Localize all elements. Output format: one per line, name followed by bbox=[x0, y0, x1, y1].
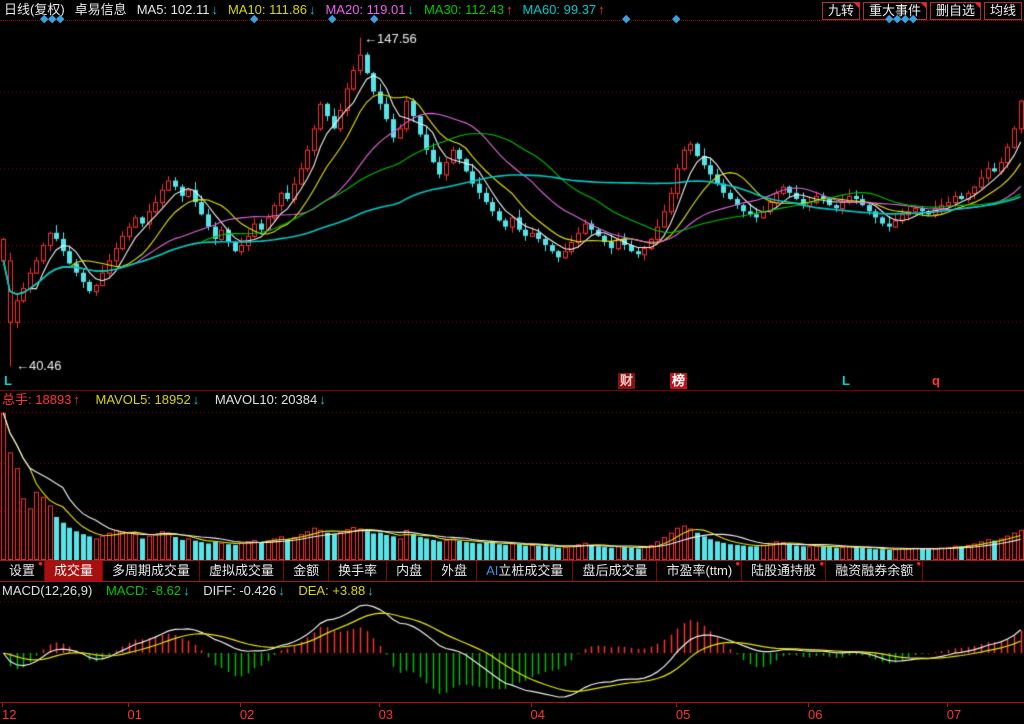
candlestick-chart[interactable] bbox=[0, 24, 1024, 374]
q-flag: q bbox=[930, 373, 942, 389]
diff-value-readout: DIFF: -0.426↓ bbox=[203, 583, 285, 598]
ma30-readout: MA30: 112.43↑ bbox=[424, 2, 512, 17]
down-arrow-icon: ↓ bbox=[183, 583, 190, 598]
ma10-readout: MA10: 111.86↓ bbox=[228, 2, 316, 17]
down-arrow-icon: ↓ bbox=[407, 2, 414, 17]
tab-5[interactable]: 换手率 bbox=[329, 561, 387, 581]
tab-1[interactable]: 成交量 bbox=[45, 561, 103, 581]
volume-readouts: 总手: 18893↑ MAVOL5: 18952↓ MAVOL10: 20384… bbox=[2, 391, 338, 409]
ai-prefix: AI bbox=[486, 563, 498, 578]
notification-dot-icon: ● bbox=[38, 560, 43, 568]
up-arrow-icon: ↑ bbox=[598, 2, 605, 17]
tab-7[interactable]: 外盘 bbox=[432, 561, 477, 581]
macd-chart[interactable] bbox=[0, 601, 1024, 701]
axis-month-label: 05 bbox=[676, 707, 690, 722]
dea-value-readout: DEA: +3.88↓ bbox=[298, 583, 373, 598]
volume-chart[interactable] bbox=[0, 410, 1024, 560]
notification-dot-icon: ● bbox=[916, 560, 921, 568]
tab-8[interactable]: AI立桩成交量 bbox=[477, 561, 573, 581]
indicator-tabbar: 设置●成交量多周期成交量虚拟成交量金额换手率内盘外盘AI立桩成交量盘后成交量市盈… bbox=[0, 560, 1024, 582]
up-arrow-icon: ↑ bbox=[73, 392, 80, 407]
nine-turn-line bbox=[0, 20, 1024, 21]
tab-0[interactable]: 设置● bbox=[0, 561, 45, 581]
tab-10[interactable]: 市盈率(ttm)● bbox=[657, 561, 742, 581]
total-lots-readout: 总手: 18893↑ bbox=[2, 392, 80, 407]
bang-badge[interactable]: 榜 bbox=[670, 373, 687, 389]
tab-3[interactable]: 虚拟成交量 bbox=[200, 561, 284, 581]
ma-lines-button[interactable]: 均线 bbox=[984, 2, 1022, 20]
axis-month-label: 12 bbox=[2, 707, 16, 722]
axis-month-label: 03 bbox=[379, 707, 393, 722]
axis-month-label: 02 bbox=[240, 707, 254, 722]
down-arrow-icon: ↓ bbox=[278, 583, 285, 598]
up-arrow-icon: ↑ bbox=[506, 2, 513, 17]
down-arrow-icon: ↓ bbox=[309, 2, 316, 17]
macd-params-label: MACD(12,26,9) bbox=[2, 583, 92, 598]
tab-4[interactable]: 金额 bbox=[284, 561, 329, 581]
header-bar: 日线(复权)卓易信息MA5: 102.11↓MA10: 111.86↓MA20:… bbox=[0, 0, 1024, 20]
down-arrow-icon: ↓ bbox=[319, 392, 326, 407]
tab-12[interactable]: 融资融券余额● bbox=[826, 561, 923, 581]
notification-dot-icon: ● bbox=[819, 560, 824, 568]
header-readouts: 日线(复权)卓易信息MA5: 102.11↓MA10: 111.86↓MA20:… bbox=[4, 0, 615, 20]
cai-badge[interactable]: 财 bbox=[618, 373, 635, 389]
axis-month-label: 06 bbox=[808, 707, 822, 722]
stock-app-window: 日线(复权)卓易信息MA5: 102.11↓MA10: 111.86↓MA20:… bbox=[0, 0, 1024, 724]
down-arrow-icon: ↓ bbox=[367, 583, 374, 598]
corner-flag-icon bbox=[854, 3, 859, 8]
header-buttons: 九转重大事件删自选均线 bbox=[819, 1, 1022, 21]
ma60-readout: MA60: 99.37↑ bbox=[522, 2, 604, 17]
notification-dot-icon: ● bbox=[735, 560, 740, 568]
tab-9[interactable]: 盘后成交量 bbox=[573, 561, 657, 581]
remove-watchlist-button[interactable]: 删自选 bbox=[930, 2, 981, 20]
down-arrow-icon: ↓ bbox=[211, 2, 218, 17]
time-axis[interactable]: 12 01 02 03 04 05 06 07 bbox=[0, 702, 1024, 724]
mavol5-readout: MAVOL5: 18952↓ bbox=[96, 392, 200, 407]
macd-value-readout: MACD: -8.62↓ bbox=[106, 583, 190, 598]
stock-name: 卓易信息 bbox=[75, 2, 127, 17]
axis-month-label: 07 bbox=[947, 707, 961, 722]
axis-month-label: 04 bbox=[531, 707, 545, 722]
tab-11[interactable]: 陆股通持股● bbox=[742, 561, 826, 581]
tab-2[interactable]: 多周期成交量 bbox=[103, 561, 200, 581]
down-arrow-icon: ↓ bbox=[193, 392, 200, 407]
nine-turn-button[interactable]: 九转 bbox=[822, 2, 860, 20]
tab-6[interactable]: 内盘 bbox=[387, 561, 432, 581]
marker-strip: L 财 榜 Lq bbox=[0, 373, 1024, 390]
mavol10-readout: MAVOL10: 20384↓ bbox=[215, 392, 326, 407]
axis-month-label: 01 bbox=[128, 707, 142, 722]
ma5-readout: MA5: 102.11↓ bbox=[137, 2, 218, 17]
corner-flag-icon bbox=[975, 3, 980, 8]
macd-readouts: MACD(12,26,9) MACD: -8.62↓ DIFF: -0.426↓… bbox=[2, 582, 384, 600]
corner-flag-icon bbox=[921, 3, 926, 8]
l-flag: L bbox=[840, 373, 852, 389]
low-flag: L bbox=[2, 373, 14, 389]
